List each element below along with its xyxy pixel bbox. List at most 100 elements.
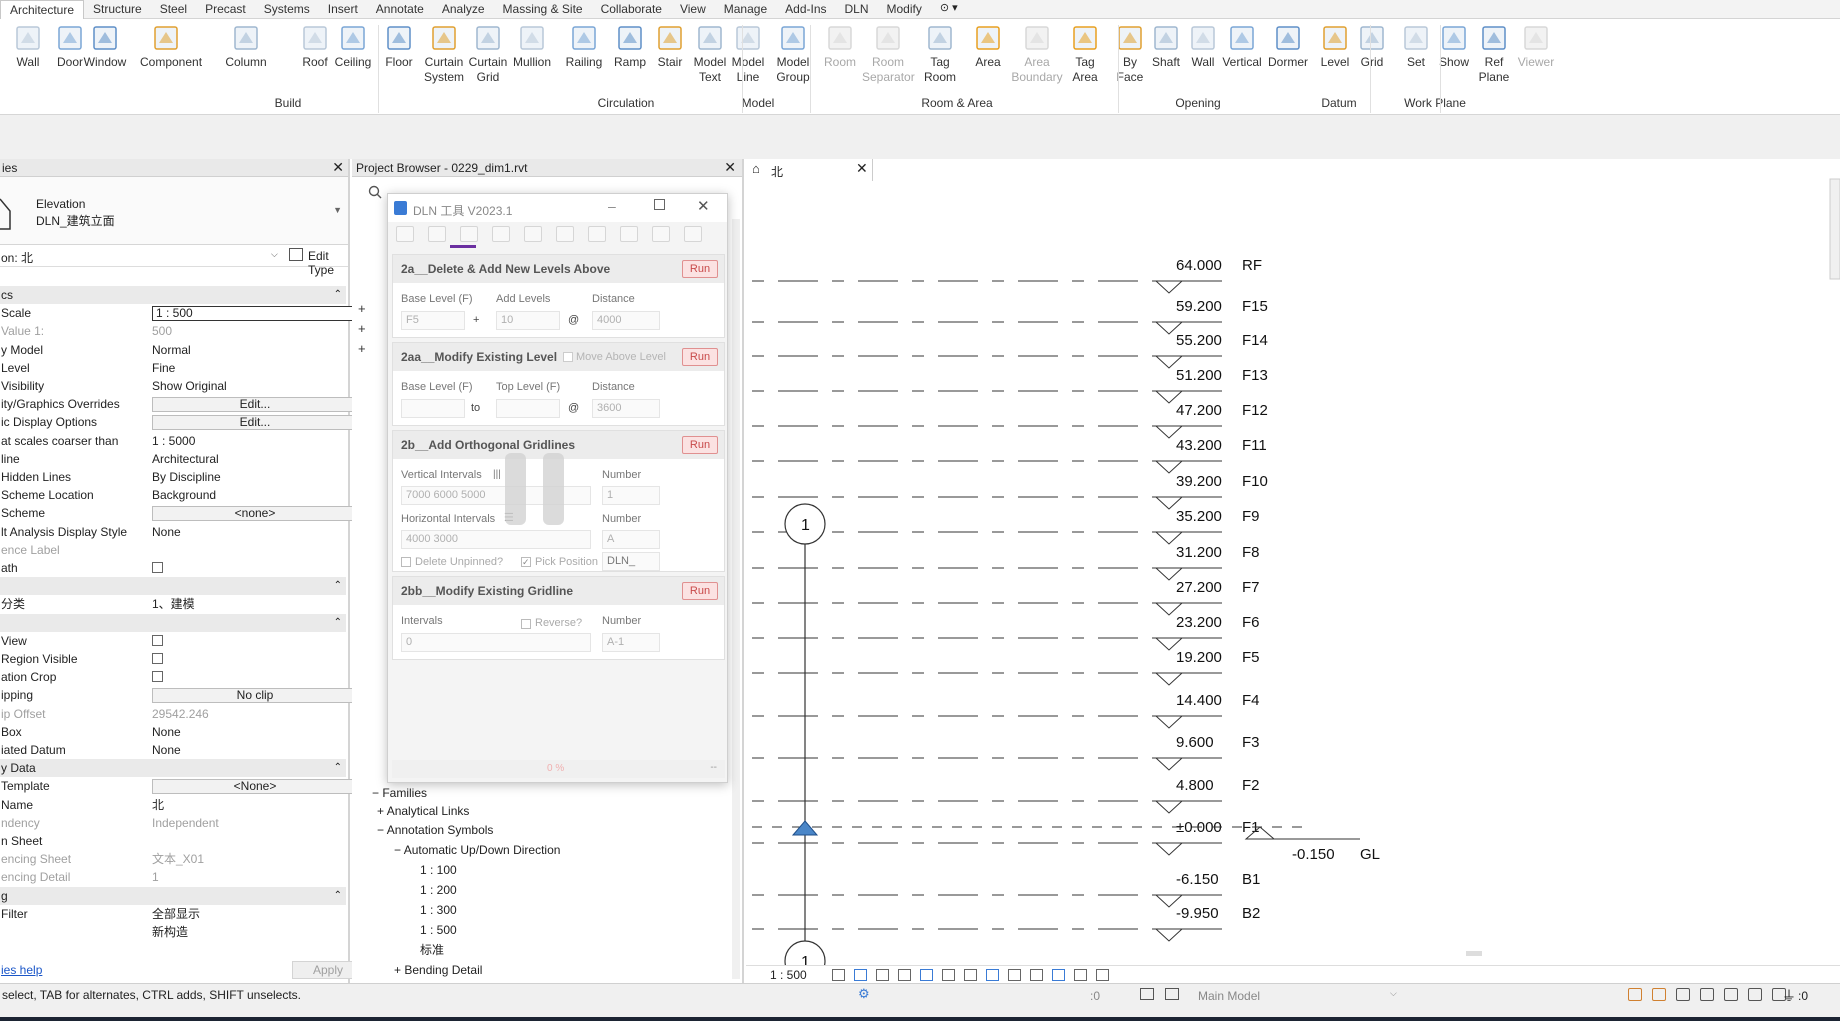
run-button[interactable]: Run bbox=[682, 260, 718, 278]
ribbon-button-tag-room[interactable]: Tag Room bbox=[914, 23, 966, 85]
property-value[interactable]: Edit... bbox=[152, 415, 358, 431]
model-icon-2[interactable] bbox=[1165, 988, 1179, 1000]
properties-group-header[interactable]: g ⌃ bbox=[0, 886, 346, 905]
drawing-area[interactable]: 64.000 RF 59.200 F15 55.200 F14 51.200 F13 47.20… bbox=[746, 159, 1840, 983]
ribbon-tab-structure[interactable]: Structure bbox=[84, 0, 151, 19]
move-above-checkbox[interactable] bbox=[563, 352, 573, 362]
ribbon-tab-analyze[interactable]: Analyze bbox=[433, 0, 494, 19]
minimize-icon[interactable]: – bbox=[608, 198, 616, 214]
dialog-tool-icon[interactable] bbox=[684, 226, 702, 242]
ribbon-tab-systems[interactable]: Systems bbox=[255, 0, 319, 19]
view-control-icon[interactable] bbox=[942, 969, 955, 981]
close-icon[interactable]: ✕ bbox=[724, 159, 736, 176]
ribbon-button-area[interactable]: Area bbox=[962, 23, 1014, 70]
browser-tree-item[interactable]: 1 : 300 bbox=[420, 902, 457, 919]
horizontal-number-input[interactable]: A bbox=[602, 530, 660, 549]
ribbon-button-viewer[interactable]: Viewer bbox=[1510, 23, 1562, 70]
view-scale[interactable]: 1 : 500 bbox=[770, 968, 807, 982]
dialog-tool-icon[interactable] bbox=[524, 226, 542, 242]
collapse-icon[interactable]: ⌃ bbox=[334, 614, 342, 632]
filter-icon[interactable]: ⏚ bbox=[1782, 986, 1796, 1006]
browser-scrollbar[interactable] bbox=[732, 219, 740, 979]
browser-tree-item[interactable]: − Automatic Up/Down Direction bbox=[394, 842, 560, 859]
browser-tree-item[interactable]: − Families bbox=[372, 785, 427, 802]
dialog-tool-icon[interactable] bbox=[588, 226, 606, 242]
collapse-icon[interactable]: ⌃ bbox=[334, 577, 342, 595]
browser-tree-item[interactable]: 标准 bbox=[420, 942, 444, 959]
properties-help-link[interactable]: ies help bbox=[1, 963, 42, 977]
view-control-icon[interactable] bbox=[832, 969, 845, 981]
run-button[interactable]: Run bbox=[682, 436, 718, 454]
number-input[interactable]: A-1 bbox=[602, 633, 660, 652]
browser-tree-item[interactable]: 1 : 200 bbox=[420, 882, 457, 899]
ribbon-button-model-group[interactable]: Model Group bbox=[767, 23, 819, 85]
ribbon-tab-precast[interactable]: Precast bbox=[196, 0, 255, 19]
property-checkbox[interactable] bbox=[152, 632, 334, 651]
selection-option-icon[interactable] bbox=[1652, 988, 1666, 1001]
edit-type-button[interactable]: Edit Type bbox=[308, 249, 348, 277]
chevron-down-icon[interactable]: ⌵ bbox=[1390, 988, 1397, 999]
run-button[interactable]: Run bbox=[682, 582, 718, 600]
view-control-icon[interactable] bbox=[1030, 969, 1043, 981]
model-icon[interactable] bbox=[1140, 988, 1154, 1000]
collapse-icon[interactable]: ⌃ bbox=[334, 286, 342, 304]
maximize-icon[interactable] bbox=[654, 199, 665, 210]
pick-position-checkbox[interactable]: ✓ bbox=[521, 557, 531, 567]
edit-type-icon[interactable] bbox=[289, 248, 303, 261]
browser-tree-item[interactable]: 1 : 100 bbox=[420, 862, 457, 879]
dialog-tool-icon[interactable] bbox=[652, 226, 670, 242]
property-value[interactable]: 1 : 500 bbox=[152, 306, 358, 322]
selection-option-icon[interactable] bbox=[1700, 988, 1714, 1001]
grid-type-select[interactable]: DLN_ bbox=[602, 552, 660, 571]
dialog-tool-icon[interactable] bbox=[492, 226, 510, 242]
dialog-tool-icon[interactable] bbox=[396, 226, 414, 242]
add-levels-input[interactable]: 10 bbox=[496, 311, 560, 330]
top-level-select[interactable] bbox=[496, 399, 560, 418]
selection-option-icon[interactable] bbox=[1676, 988, 1690, 1001]
dialog-tool-icon[interactable] bbox=[460, 226, 478, 242]
ribbon-button-area-boundary[interactable]: Area Boundary bbox=[1011, 23, 1063, 85]
dialog-tool-icon[interactable] bbox=[620, 226, 638, 242]
delete-unpinned-checkbox[interactable] bbox=[401, 557, 411, 567]
ribbon-tab-collaborate[interactable]: Collaborate bbox=[592, 0, 671, 19]
expand-icon[interactable]: + bbox=[358, 319, 366, 339]
property-value[interactable]: Edit... bbox=[152, 397, 358, 413]
workset-icon[interactable]: ⚙ bbox=[858, 986, 870, 1002]
view-control-icon[interactable] bbox=[1096, 969, 1109, 981]
close-icon[interactable]: ✕ bbox=[856, 160, 868, 177]
collapse-icon[interactable]: ⌃ bbox=[334, 887, 342, 905]
view-tab[interactable]: ⌂ 北 ✕ bbox=[746, 159, 873, 181]
ribbon-tab-dln[interactable]: DLN bbox=[836, 0, 878, 19]
close-icon[interactable]: ✕ bbox=[697, 197, 710, 215]
view-control-icon[interactable] bbox=[1074, 969, 1087, 981]
ribbon-button-dormer[interactable]: Dormer bbox=[1262, 23, 1314, 70]
ribbon-tab-manage[interactable]: Manage bbox=[715, 0, 776, 19]
ribbon-button-column[interactable]: Column bbox=[220, 23, 272, 70]
expand-icon[interactable]: + bbox=[358, 339, 366, 359]
model-select[interactable]: Main Model bbox=[1198, 989, 1260, 1003]
browser-tree-item[interactable]: + Bending Detail bbox=[394, 962, 482, 979]
ribbon-button-ceiling[interactable]: Ceiling bbox=[327, 23, 379, 70]
ribbon-button-room[interactable]: Room bbox=[814, 23, 866, 70]
ribbon-button-mullion[interactable]: Mullion bbox=[506, 23, 558, 70]
view-control-icon[interactable] bbox=[876, 969, 889, 981]
browser-tree-item[interactable]: 1 : 500 bbox=[420, 922, 457, 939]
ribbon-button-component[interactable]: Component bbox=[140, 23, 202, 70]
view-control-icon[interactable] bbox=[964, 969, 977, 981]
ribbon-tab-annotate[interactable]: Annotate bbox=[367, 0, 433, 19]
type-selector[interactable]: Elevation DLN_建筑立面 ▼ bbox=[0, 177, 348, 245]
selection-option-icon[interactable] bbox=[1724, 988, 1738, 1001]
ribbon-tab-steel[interactable]: Steel bbox=[151, 0, 196, 19]
property-checkbox[interactable] bbox=[152, 668, 334, 687]
property-value[interactable]: <None> bbox=[152, 779, 358, 795]
ribbon-button-railing[interactable]: Railing bbox=[558, 23, 610, 70]
ribbon-tab-add-ins[interactable]: Add-Ins bbox=[776, 0, 835, 19]
contextual-dropdown-icon[interactable]: ⊙ ▾ bbox=[931, 0, 967, 18]
view-control-icon[interactable] bbox=[898, 969, 911, 981]
view-control-icon[interactable] bbox=[1052, 969, 1065, 981]
horizontal-scroll-thumb[interactable] bbox=[1466, 951, 1482, 956]
view-control-icon[interactable] bbox=[986, 969, 999, 981]
view-control-icon[interactable] bbox=[920, 969, 933, 981]
properties-group-header[interactable]: ⌃ bbox=[0, 613, 346, 632]
instance-selector[interactable]: on: 北 bbox=[1, 249, 33, 266]
